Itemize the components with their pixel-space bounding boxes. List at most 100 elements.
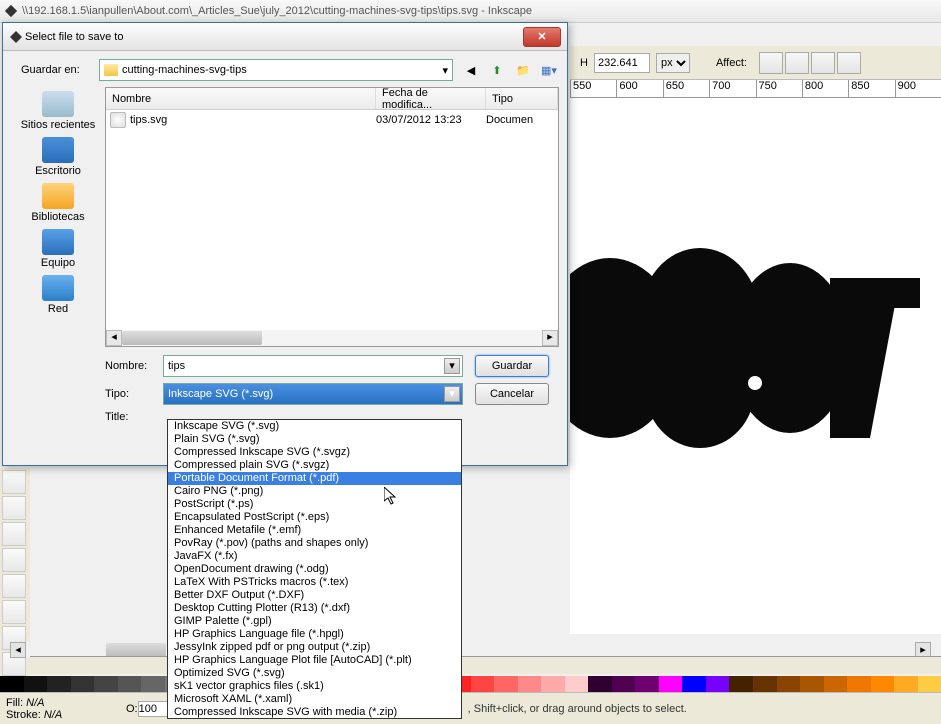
- swatch[interactable]: [659, 676, 683, 692]
- swatch[interactable]: [777, 676, 801, 692]
- swatch[interactable]: [800, 676, 824, 692]
- swatch[interactable]: [541, 676, 565, 692]
- height-input[interactable]: [594, 53, 650, 73]
- swatch[interactable]: [94, 676, 118, 692]
- swatch[interactable]: [494, 676, 518, 692]
- view-icon: ▦▾: [541, 64, 557, 77]
- places-item-0[interactable]: Sitios recientes: [21, 91, 96, 131]
- format-option[interactable]: Better DXF Output (*.DXF): [168, 589, 461, 602]
- format-option[interactable]: sK1 vector graphics files (.sk1): [168, 680, 461, 693]
- swatch[interactable]: [588, 676, 612, 692]
- close-button[interactable]: ✕: [523, 27, 561, 47]
- affect-btn-4[interactable]: [837, 52, 861, 74]
- up-button[interactable]: ⬆: [487, 60, 507, 80]
- swatch[interactable]: [753, 676, 777, 692]
- scroll-right-icon[interactable]: ▸: [542, 330, 558, 346]
- tool-star[interactable]: [2, 548, 26, 572]
- column-name[interactable]: Nombre: [106, 88, 376, 109]
- swatch[interactable]: [0, 676, 24, 692]
- format-option[interactable]: Compressed plain SVG (*.svgz): [168, 459, 461, 472]
- swatch[interactable]: [847, 676, 871, 692]
- new-folder-button[interactable]: 📁: [513, 60, 533, 80]
- swatch[interactable]: [24, 676, 48, 692]
- format-option[interactable]: PovRay (*.pov) (paths and shapes only): [168, 537, 461, 550]
- tool-pencil[interactable]: [2, 600, 26, 624]
- format-option[interactable]: HP Graphics Language Plot file [AutoCAD]…: [168, 654, 461, 667]
- format-option[interactable]: Portable Document Format (*.pdf): [168, 472, 461, 485]
- format-option[interactable]: Compressed Inkscape SVG (*.svgz): [168, 446, 461, 459]
- swatch[interactable]: [47, 676, 71, 692]
- format-option[interactable]: Microsoft XAML (*.xaml): [168, 693, 461, 706]
- save-button[interactable]: Guardar: [475, 355, 549, 377]
- column-date[interactable]: Fecha de modifica...: [376, 88, 486, 109]
- format-option[interactable]: Inkscape SVG (*.svg): [168, 420, 461, 433]
- swatch[interactable]: [141, 676, 165, 692]
- swatch[interactable]: [612, 676, 636, 692]
- affect-btn-2[interactable]: [785, 52, 809, 74]
- tool-3dbox[interactable]: [2, 496, 26, 520]
- format-option[interactable]: Desktop Cutting Plotter (R13) (*.dxf): [168, 602, 461, 615]
- unit-select[interactable]: px: [656, 53, 690, 73]
- swatch[interactable]: [729, 676, 753, 692]
- scroll-thumb[interactable]: [122, 331, 262, 345]
- format-option[interactable]: PostScript (*.ps): [168, 498, 461, 511]
- swatch[interactable]: [894, 676, 918, 692]
- format-option[interactable]: Enhanced Metafile (*.emf): [168, 524, 461, 537]
- chevron-down-icon[interactable]: ▾: [444, 386, 460, 402]
- affect-btn-1[interactable]: [759, 52, 783, 74]
- tool-rect[interactable]: [2, 470, 26, 494]
- places-item-1[interactable]: Escritorio: [35, 137, 81, 177]
- swatch[interactable]: [565, 676, 589, 692]
- format-option[interactable]: JessyInk zipped pdf or png output (*.zip…: [168, 641, 461, 654]
- format-option[interactable]: JavaFX (*.fx): [168, 550, 461, 563]
- format-option[interactable]: HP Graphics Language file (*.hpgl): [168, 628, 461, 641]
- filename-input[interactable]: tips ▾: [163, 355, 463, 377]
- format-option[interactable]: Cairo PNG (*.png): [168, 485, 461, 498]
- place-label: Equipo: [41, 257, 75, 269]
- format-option[interactable]: Compressed Inkscape SVG with media (*.zi…: [168, 706, 461, 719]
- back-button[interactable]: ◀: [461, 60, 481, 80]
- swatch[interactable]: [71, 676, 95, 692]
- color-swatches[interactable]: [0, 676, 941, 692]
- column-type[interactable]: Tipo: [486, 88, 558, 109]
- places-item-3[interactable]: Equipo: [41, 229, 75, 269]
- dialog-titlebar[interactable]: Select file to save to ✕: [3, 23, 567, 51]
- file-hscrollbar[interactable]: ◂ ▸: [106, 330, 558, 346]
- tool-ellipse[interactable]: [2, 522, 26, 546]
- file-list[interactable]: Nombre Fecha de modifica... Tipo tips.sv…: [105, 87, 559, 347]
- scroll-left-icon[interactable]: ◂: [10, 642, 26, 658]
- swatch[interactable]: [682, 676, 706, 692]
- affect-btn-3[interactable]: [811, 52, 835, 74]
- swatch[interactable]: [918, 676, 941, 692]
- close-icon: ✕: [537, 31, 546, 43]
- save-in-combo[interactable]: cutting-machines-svg-tips ▾: [99, 59, 453, 81]
- format-option[interactable]: OpenDocument drawing (*.odg): [168, 563, 461, 576]
- swatch[interactable]: [118, 676, 142, 692]
- filetype-combo[interactable]: Inkscape SVG (*.svg) ▾: [163, 383, 463, 405]
- places-sidebar: Sitios recientes Escritorio Bibliotecas Equ…: [11, 87, 105, 347]
- swatch[interactable]: [824, 676, 848, 692]
- ruler-tick: 650: [663, 80, 709, 97]
- swatch[interactable]: [871, 676, 895, 692]
- canvas[interactable]: [570, 98, 941, 634]
- format-option[interactable]: Plain SVG (*.svg): [168, 433, 461, 446]
- format-option[interactable]: GIMP Palette (*.gpl): [168, 615, 461, 628]
- view-menu-button[interactable]: ▦▾: [539, 60, 559, 80]
- format-option[interactable]: LaTeX With PSTricks macros (*.tex): [168, 576, 461, 589]
- scroll-left-icon[interactable]: ◂: [106, 330, 122, 346]
- swatch[interactable]: [518, 676, 542, 692]
- opacity-input[interactable]: [138, 701, 168, 717]
- format-option[interactable]: Encapsulated PostScript (*.eps): [168, 511, 461, 524]
- scroll-thumb[interactable]: [106, 643, 166, 657]
- swatch[interactable]: [706, 676, 730, 692]
- chevron-down-icon[interactable]: ▾: [444, 358, 460, 374]
- format-option[interactable]: Optimized SVG (*.svg): [168, 667, 461, 680]
- filetype-dropdown[interactable]: Inkscape SVG (*.svg)Plain SVG (*.svg)Com…: [167, 419, 462, 719]
- file-row[interactable]: tips.svg 03/07/2012 13:23 Documen: [106, 110, 558, 130]
- swatch[interactable]: [635, 676, 659, 692]
- cancel-button[interactable]: Cancelar: [475, 383, 549, 405]
- tool-spiral[interactable]: [2, 574, 26, 598]
- places-item-4[interactable]: Red: [42, 275, 74, 315]
- places-item-2[interactable]: Bibliotecas: [31, 183, 84, 223]
- swatch[interactable]: [471, 676, 495, 692]
